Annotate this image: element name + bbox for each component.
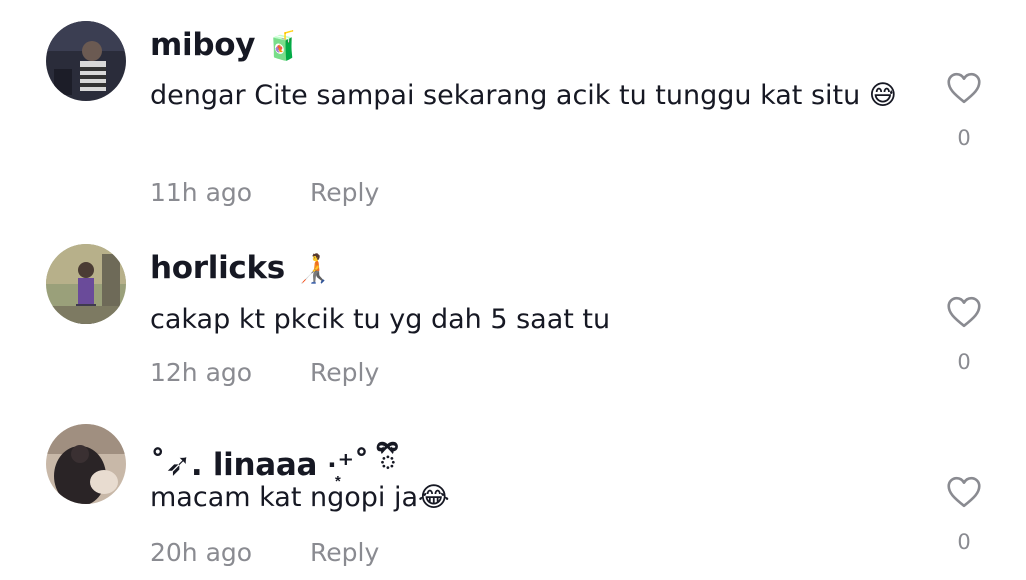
heart-outline-icon[interactable]: [946, 72, 982, 104]
comment-text: dengar Cite sampai sekarang acik tu tung…: [150, 80, 897, 111]
comment-meta: 12h ago Reply: [150, 358, 379, 387]
reply-button[interactable]: Reply: [310, 538, 379, 567]
avatar[interactable]: [46, 244, 126, 324]
comment-text: cakap kt pkcik tu yg dah 5 saat tu: [150, 304, 611, 335]
reply-button[interactable]: Reply: [310, 358, 379, 387]
heart-outline-icon[interactable]: [946, 296, 982, 328]
timestamp: 11h ago: [150, 178, 253, 207]
comment-meta: 20h ago Reply: [150, 538, 379, 567]
username-emoji: 🧑‍🦯: [295, 252, 331, 285]
heart-outline-icon[interactable]: [946, 476, 982, 508]
username-text: horlicks: [150, 250, 285, 286]
like-count: 0: [957, 530, 971, 554]
avatar[interactable]: [46, 424, 126, 504]
timestamp: 20h ago: [150, 538, 253, 567]
username[interactable]: horlicks 🧑‍🦯: [150, 250, 330, 286]
like-control: 0: [943, 476, 985, 554]
like-control: 0: [943, 72, 985, 150]
like-count: 0: [957, 126, 971, 150]
username-text: miboy: [150, 27, 256, 63]
reply-button[interactable]: Reply: [310, 178, 379, 207]
avatar[interactable]: [46, 21, 126, 101]
comment-item: miboy 🧃 dengar Cite sampai sekarang acik…: [0, 0, 1026, 220]
comment-meta: 11h ago Reply: [150, 178, 379, 207]
like-count: 0: [957, 350, 971, 374]
comment-item: horlicks 🧑‍🦯 cakap kt pkcik tu yg dah 5 …: [0, 220, 1026, 410]
comment-item: ˚➶. linaaa ·͙⁺˚ ྀི macam kat ngopi ja😂 2…: [0, 410, 1026, 580]
like-control: 0: [943, 296, 985, 374]
username-emoji: 🧃: [265, 29, 301, 62]
comment-text: macam kat ngopi ja😂: [150, 482, 450, 513]
timestamp: 12h ago: [150, 358, 253, 387]
username[interactable]: miboy 🧃: [150, 27, 300, 63]
